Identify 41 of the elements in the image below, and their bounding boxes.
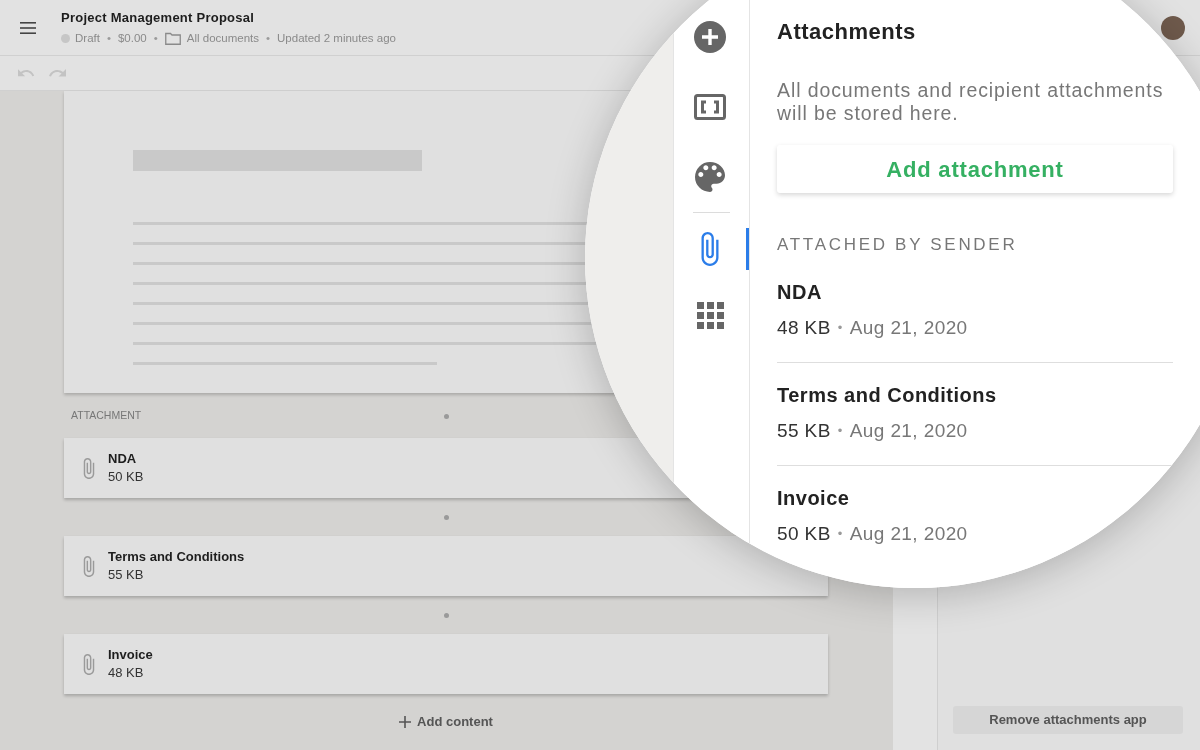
avatar[interactable] (1161, 15, 1185, 40)
file-name[interactable]: Terms and Conditions (777, 384, 1173, 406)
document-meta-text: Updated 2 minutes ago (277, 31, 396, 45)
section-label: ATTACHMENT (70, 408, 143, 424)
plus-icon (399, 716, 412, 728)
paperclip-icon (700, 232, 720, 266)
attachment-name: Invoice (108, 647, 153, 663)
plus-circle-icon (694, 21, 726, 53)
file-date: Aug 21, 2020 (849, 316, 968, 340)
file-name[interactable]: NDA (777, 281, 1173, 303)
attachment-size: 50 KB (108, 469, 144, 485)
document-title: Project Management Proposal (61, 10, 256, 26)
bullet-separator: • (837, 422, 843, 440)
status-label: Draft (75, 31, 100, 45)
attachment-name: NDA (108, 451, 138, 467)
grid-icon (696, 301, 724, 329)
paperclip-icon (82, 457, 96, 479)
bullet-separator: • (837, 525, 843, 543)
attachment-size: 55 KB (108, 567, 145, 583)
file-date: Aug 21, 2020 (849, 419, 968, 443)
section-label: ATTACHED BY SENDER (777, 234, 1019, 256)
bullet-separator: • (266, 31, 271, 45)
frame-icon (694, 94, 726, 120)
add-content-button[interactable]: Add content (399, 712, 493, 732)
bullet-separator: • (837, 319, 843, 337)
panel-description: All documents and recipient attachments will be stored here. (777, 79, 1165, 125)
folder-icon (164, 31, 181, 45)
attachment-size: 48 KB (108, 665, 145, 681)
attachment-name: Terms and Conditions (108, 549, 245, 565)
palette-icon (695, 162, 725, 192)
attachment-card[interactable]: Invoice 48 KB (64, 634, 828, 694)
menu-icon[interactable] (20, 21, 36, 34)
bullet-separator: • (106, 31, 111, 45)
panel-title: Attachments (777, 20, 917, 44)
file-size: 48 KB (777, 316, 831, 340)
remove-app-button[interactable]: Remove attachments app (953, 706, 1183, 734)
paperclip-icon (82, 555, 96, 577)
document-meta-text: $0.00 (117, 31, 147, 45)
paperclip-icon (82, 653, 96, 675)
bullet-separator: • (153, 31, 158, 45)
file-date: Aug 21, 2020 (849, 522, 968, 546)
